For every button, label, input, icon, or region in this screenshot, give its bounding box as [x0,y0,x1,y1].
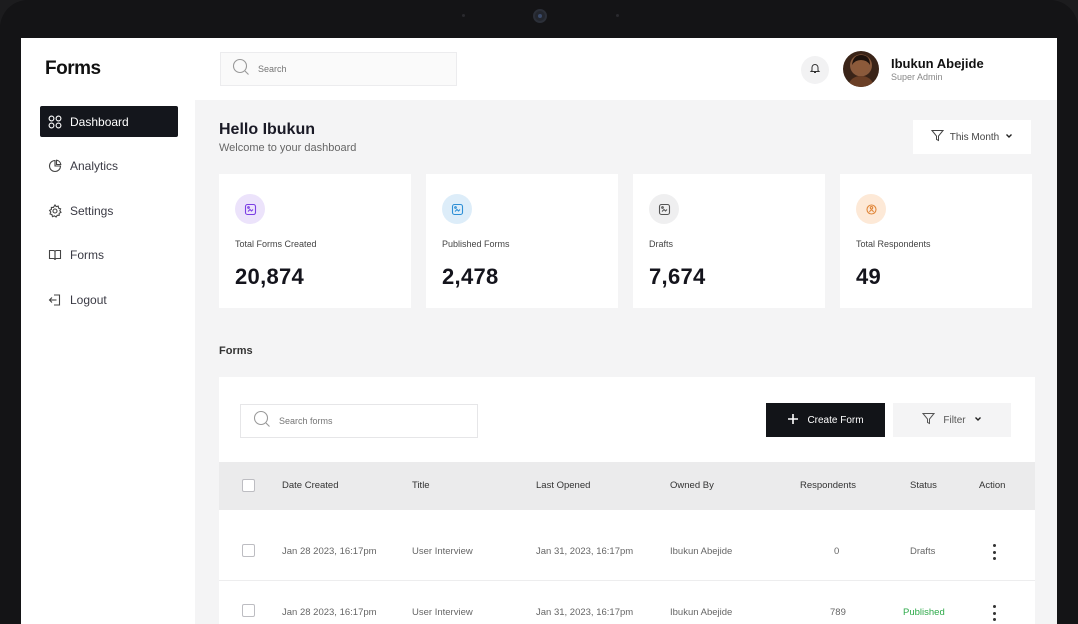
period-dropdown[interactable]: This Month [913,120,1031,154]
pie-chart-icon [48,159,62,173]
cell-respondents: 789 [830,607,846,618]
device-frame: Forms Dashboard Analytics Settings Forms… [0,0,1078,624]
book-icon [48,248,62,262]
stat-card-respondents: Total Respondents 49 [840,174,1032,308]
select-all-checkbox[interactable] [242,479,255,492]
stat-value: 49 [856,264,882,289]
row-checkbox[interactable] [242,604,255,617]
period-label: This Month [949,131,1000,143]
cell-last-opened: Jan 31, 2023, 16:17pm [536,546,634,557]
avatar[interactable] [843,51,879,87]
status-badge: Drafts [910,546,936,557]
gear-icon [48,203,62,218]
logout-icon [48,293,62,307]
sidebar-item-label: Settings [70,203,114,218]
sidebar-item-logout[interactable]: Logout [40,284,178,315]
cell-title: User Interview [412,546,473,557]
row-checkbox[interactable] [242,544,255,557]
stat-value: 2,478 [442,264,499,289]
chevron-down-icon [1005,132,1013,143]
search-box[interactable] [220,52,457,86]
table-row[interactable]: Jan 28 2023, 16:17pm User Interview Jan … [219,582,1035,624]
column-header[interactable]: Owned By [670,480,714,491]
cell-title: User Interview [412,607,473,618]
cell-owner: Ibukun Abejide [670,546,733,557]
stat-value: 20,874 [235,264,305,289]
user-name: Ibukun Abejide [891,56,984,71]
column-header[interactable]: Title [412,480,430,491]
respondents-icon [856,194,886,224]
search-input[interactable] [258,64,438,74]
search-icon [232,58,250,81]
notification-button[interactable] [801,56,829,84]
filter-label: Filter [943,414,966,426]
forms-panel: Create Form Filter Date Created Title La… [219,377,1035,624]
cell-last-opened: Jan 31, 2023, 16:17pm [536,607,634,618]
table-header: Date Created Title Last Opened Owned By … [219,462,1035,510]
column-header: Action [979,480,1006,491]
sensor-dot [462,14,465,17]
sidebar-item-dashboard[interactable]: Dashboard [40,106,178,137]
more-actions-icon[interactable] [992,605,996,621]
cell-date-created: Jan 28 2023, 16:17pm [282,607,377,618]
bell-icon [809,61,821,79]
table-row[interactable]: Jan 28 2023, 16:17pm User Interview Jan … [219,521,1035,581]
sidebar-item-forms[interactable]: Forms [40,240,178,271]
sidebar-item-label: Logout [70,292,107,307]
sidebar-item-settings[interactable]: Settings [40,195,178,226]
search-icon [253,410,271,433]
section-title: Forms [219,345,253,357]
device-bezel [0,0,1078,38]
stat-card-published: Published Forms 2,478 [426,174,618,308]
stat-label: Total Forms Created [235,239,317,249]
stat-value: 7,674 [649,264,706,289]
chevron-down-icon [974,415,982,426]
forms-search-box[interactable] [240,404,478,438]
column-header[interactable]: Status [910,480,937,491]
column-header[interactable]: Respondents [800,480,856,491]
screen: Forms Dashboard Analytics Settings Forms… [21,38,1057,624]
stat-label: Total Respondents [856,239,931,249]
sidebar: Forms Dashboard Analytics Settings Forms… [21,38,195,624]
sidebar-item-label: Dashboard [70,114,129,129]
create-form-label: Create Form [807,414,864,426]
stat-label: Published Forms [442,239,510,249]
user-role: Super Admin [891,72,943,82]
filter-button[interactable]: Filter [893,403,1011,437]
sensor-dot [616,14,619,17]
sidebar-item-analytics[interactable]: Analytics [40,151,178,182]
sidebar-item-label: Analytics [70,159,119,173]
page-title: Hello Ibukun [219,121,315,138]
cell-owner: Ibukun Abejide [670,607,733,618]
dashboard-icon [48,115,62,129]
document-icon [649,194,679,224]
document-icon [442,194,472,224]
top-bar: Ibukun Abejide Super Admin [195,38,1057,100]
more-actions-icon[interactable] [992,544,996,560]
forms-search-input[interactable] [279,416,459,426]
stat-card-total-forms: Total Forms Created 20,874 [219,174,411,308]
cell-respondents: 0 [834,546,840,557]
cell-date-created: Jan 28 2023, 16:17pm [282,546,377,557]
page-subtitle: Welcome to your dashboard [219,142,357,154]
stat-label: Drafts [649,239,674,249]
app-logo[interactable]: Forms [45,58,101,80]
status-badge: Published [903,607,945,618]
plus-icon [787,413,799,428]
document-icon [235,194,265,224]
sidebar-item-label: Forms [70,248,104,262]
filter-icon [930,129,944,145]
filter-icon [922,412,936,428]
sidebar-nav: Dashboard Analytics Settings Forms Logou… [40,106,178,329]
create-form-button[interactable]: Create Form [766,403,885,437]
column-header[interactable]: Date Created [282,480,339,491]
stat-card-drafts: Drafts 7,674 [633,174,825,308]
camera [533,9,547,23]
column-header[interactable]: Last Opened [536,480,590,491]
